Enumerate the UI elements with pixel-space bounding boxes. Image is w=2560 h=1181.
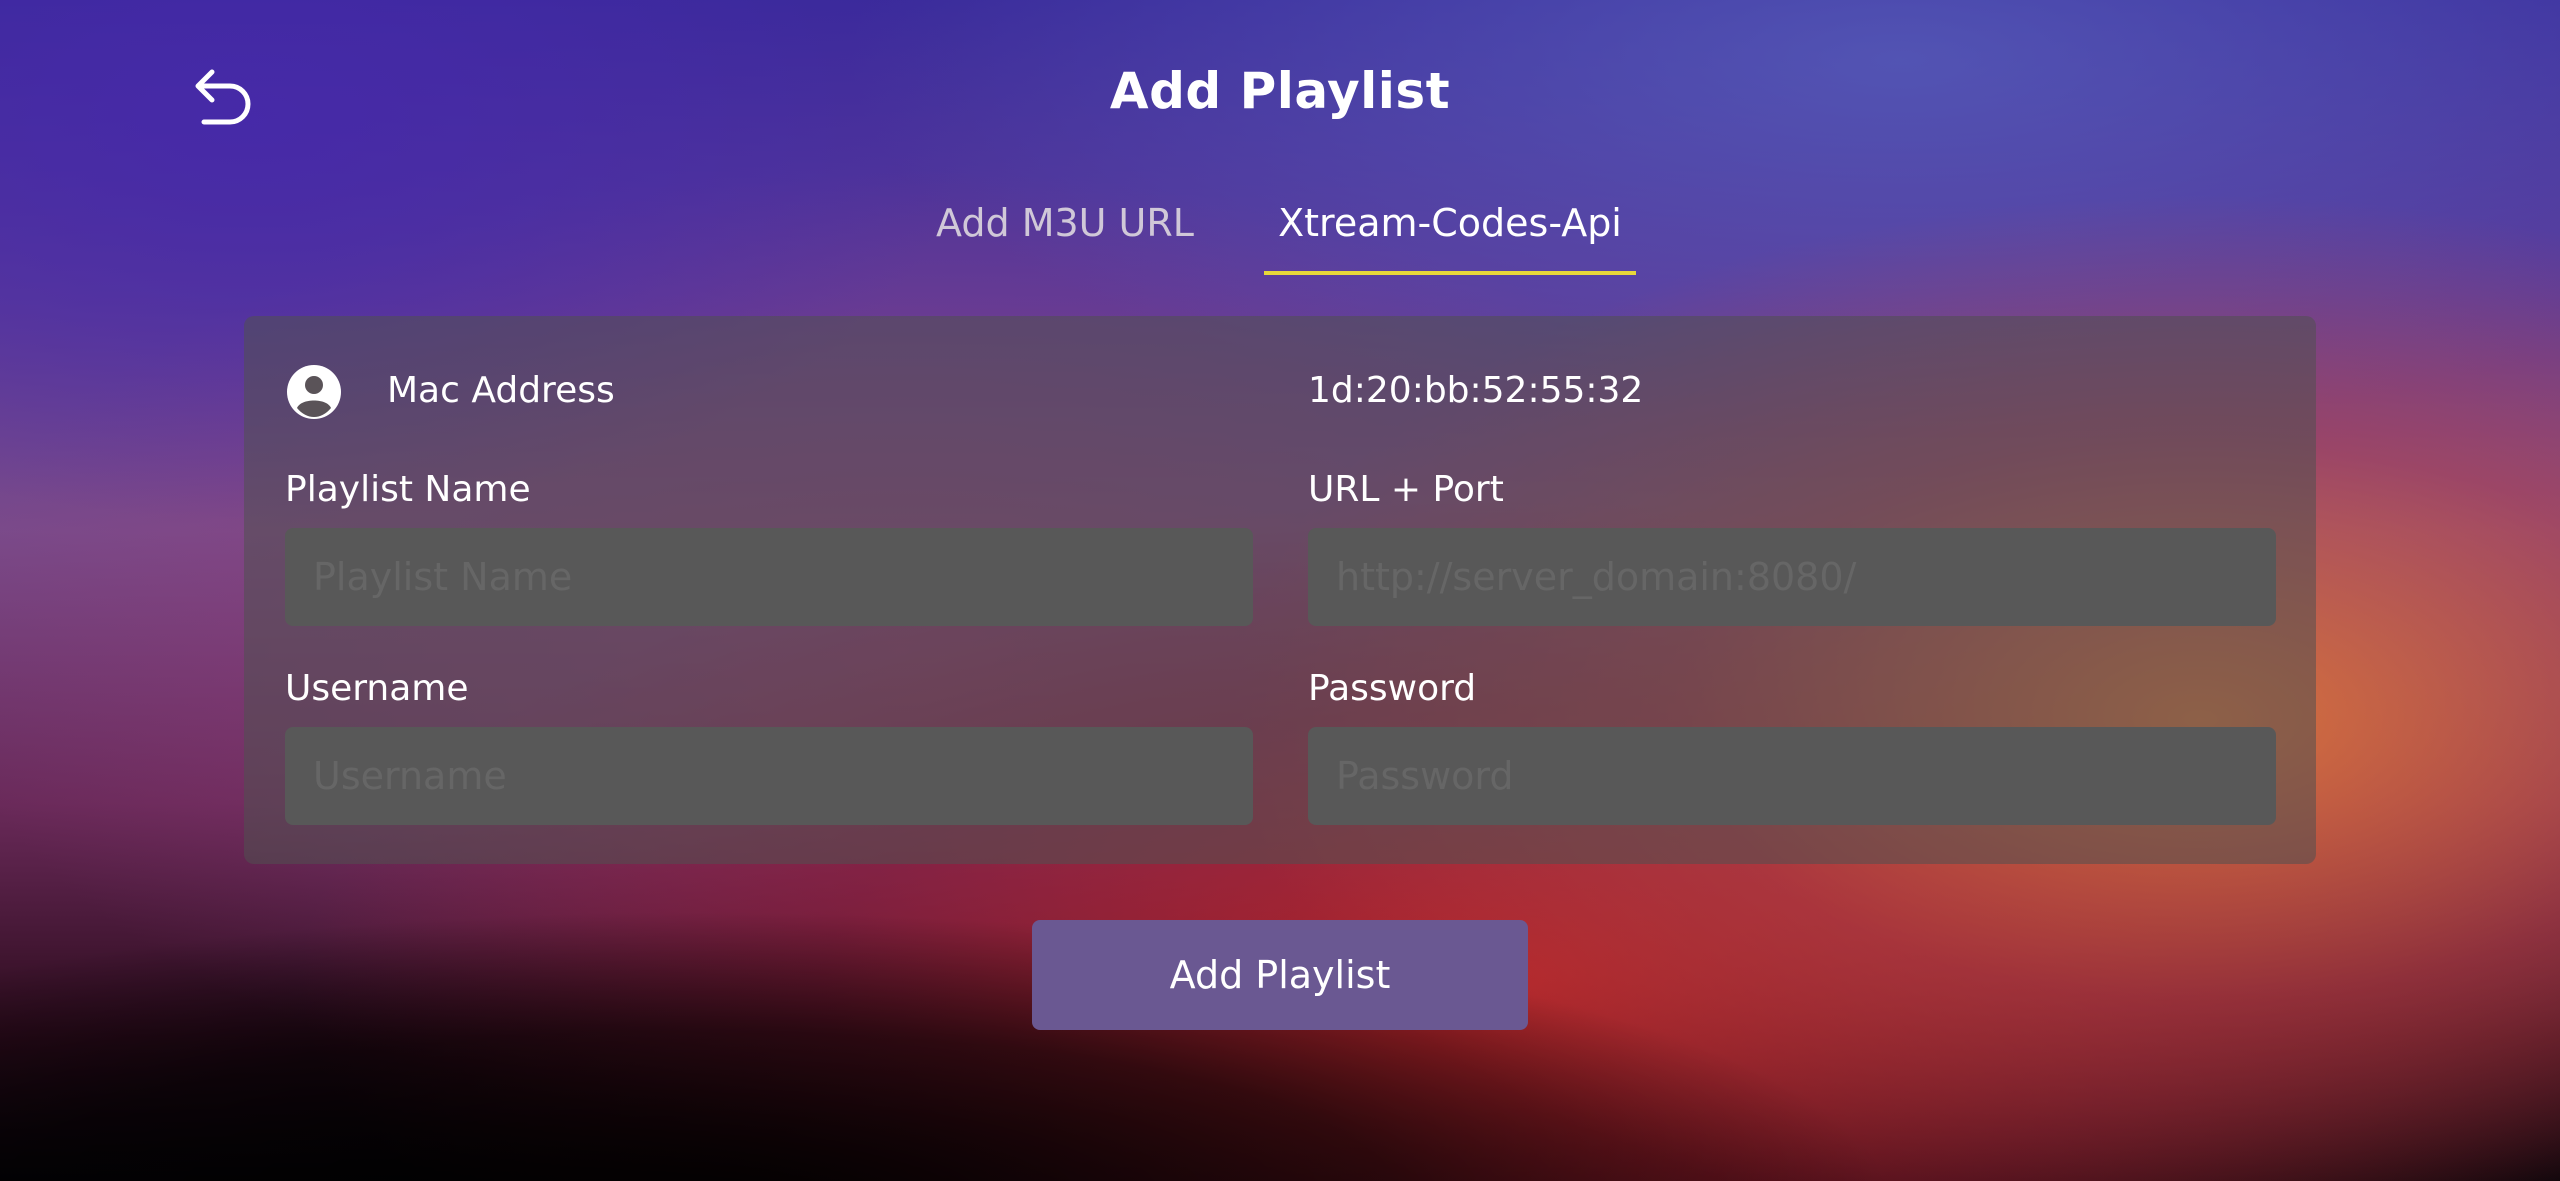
mac-address-value: 1d:20:bb:52:55:32	[1308, 370, 1644, 411]
add-playlist-button[interactable]: Add Playlist	[1032, 920, 1528, 1030]
playlist-name-input[interactable]	[285, 528, 1253, 626]
url-port-input[interactable]	[1308, 528, 2276, 626]
page-title: Add Playlist	[1109, 62, 1451, 120]
password-label: Password	[1308, 668, 1477, 709]
playlist-name-label: Playlist Name	[285, 469, 531, 510]
mac-address-label: Mac Address	[387, 370, 615, 411]
tab-bar: Add M3U URL Xtream-Codes-Api	[0, 195, 2560, 275]
username-label: Username	[285, 668, 469, 709]
tab-add-m3u-url[interactable]: Add M3U URL	[925, 195, 1205, 275]
password-input[interactable]	[1308, 727, 2276, 825]
url-port-label: URL + Port	[1308, 469, 1504, 510]
username-input[interactable]	[285, 727, 1253, 825]
user-circle-icon	[287, 365, 341, 419]
tab-xtream-codes-api[interactable]: Xtream-Codes-Api	[1264, 195, 1636, 275]
